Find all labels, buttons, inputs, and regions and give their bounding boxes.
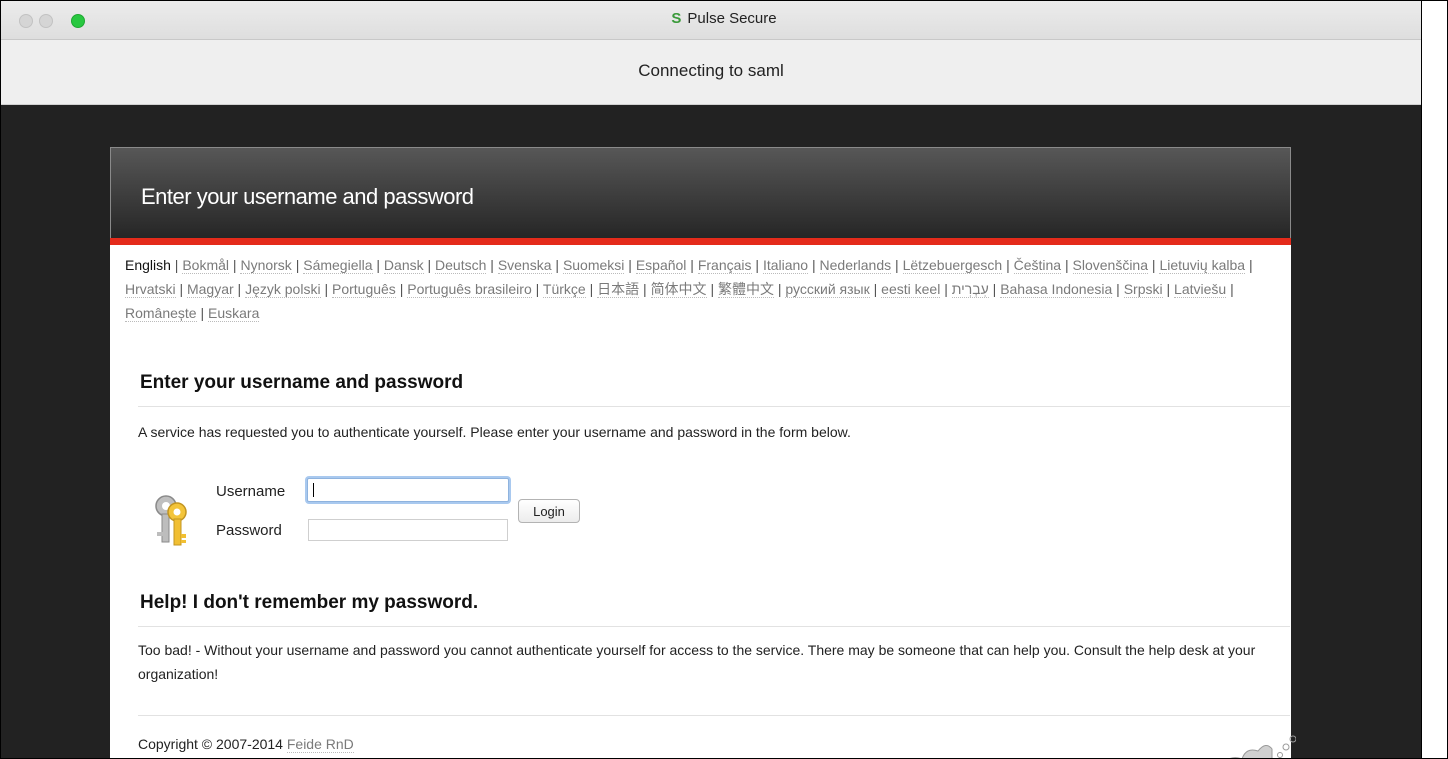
language-separator: | [1162,281,1175,297]
language-link[interactable]: Suomeksi [562,257,625,274]
language-link[interactable]: Hrvatski [125,281,176,298]
keys-icon [155,495,187,546]
language-separator: | [175,281,187,297]
language-link[interactable]: Nynorsk [240,257,292,274]
language-link[interactable]: Français [697,257,752,274]
language-separator: | [233,281,246,297]
language-separator: | [808,257,820,273]
language-link[interactable]: eesti keel [881,281,941,298]
language-separator: | [551,257,563,273]
login-heading: Enter your username and password [140,372,464,393]
language-separator: | [320,281,332,297]
mascot-icon [1230,735,1296,758]
language-separator: | [751,257,763,273]
language-separator: | [1226,281,1234,297]
language-separator: | [395,281,408,297]
language-link[interactable]: 简体中文 [650,281,707,298]
language-separator: | [372,257,384,273]
language-link[interactable]: 日本語 [597,281,640,298]
language-separator: | [988,281,1001,297]
window-edge [1421,1,1447,758]
language-separator: | [624,257,636,273]
page-title: Enter your username and password [141,184,474,209]
language-separator: | [1148,257,1160,273]
language-link[interactable]: Sámegiella [303,257,373,274]
help-heading: Help! I don't remember my password. [140,592,479,613]
feide-link[interactable]: Feide RnD [286,736,354,753]
language-link[interactable]: Čeština [1013,257,1062,274]
login-button[interactable]: Login [518,499,580,523]
language-link[interactable]: Bokmål [182,257,230,274]
language-link[interactable]: Język polski [245,281,321,298]
help-text: Too bad! - Without your username and pas… [138,642,1256,682]
language-link[interactable]: Lietuvių kalba [1159,257,1246,274]
language-separator: | [706,281,718,297]
language-link[interactable]: Românește [125,305,197,322]
language-separator: | [1112,281,1124,297]
header-accent-bar [110,238,1291,245]
language-link[interactable]: Svenska [497,257,552,274]
language-current: English [125,257,171,273]
language-separator: | [891,257,903,273]
language-link[interactable]: Lëtzebuergesch [902,257,1003,274]
login-description: A service has requested you to authentic… [138,424,851,440]
language-link[interactable]: Nederlands [819,257,892,274]
language-separator: | [1245,257,1253,273]
app-title-text: Pulse Secure [687,10,777,27]
language-link[interactable]: Português brasileiro [407,281,532,298]
language-separator: | [531,281,543,297]
title-bar: S Pulse Secure [1,1,1447,40]
language-link[interactable]: עִבְרִית [951,281,989,298]
language-separator: | [486,257,498,273]
username-label: Username [216,483,286,500]
language-link[interactable]: русский язык [785,281,870,298]
login-page: Enter your username and password English… [110,147,1296,758]
app-window: S Pulse Secure Connecting to saml Enter y… [0,0,1448,759]
language-separator: | [940,281,952,297]
text-cursor [313,483,314,497]
language-separator: | [196,305,209,321]
language-link[interactable]: 繁體中文 [717,281,774,298]
language-separator: | [1002,257,1014,273]
language-separator: | [773,281,786,297]
language-separator: | [869,281,882,297]
copyright-text: Copyright © 2007-2014 [138,736,283,752]
copyright: Copyright © 2007-2014 Feide RnD [138,736,354,753]
pulse-secure-logo-icon: S [671,10,682,27]
connection-status: Connecting to saml [638,61,784,80]
language-link[interactable]: Português [331,281,396,298]
language-link[interactable]: Deutsch [435,257,487,274]
connection-bar: Connecting to saml [1,40,1421,105]
language-bar: English | Bokmål | Nynorsk | Sámegiella … [125,253,1285,325]
language-separator: | [1061,257,1073,273]
language-link[interactable]: Bahasa Indonesia [1000,281,1113,298]
divider [138,626,1290,627]
language-link[interactable]: Magyar [186,281,234,298]
language-separator: | [585,281,598,297]
username-input[interactable] [307,478,509,502]
language-link[interactable]: Slovenščina [1072,257,1149,274]
window-title: S Pulse Secure [1,10,1447,27]
language-link[interactable]: Dansk [383,257,424,274]
language-separator: | [639,281,651,297]
divider [138,715,1290,716]
language-separator: | [229,257,241,273]
language-separator: | [423,257,436,273]
language-separator: | [170,257,183,273]
language-link[interactable]: Español [635,257,687,274]
language-separator: | [686,257,698,273]
language-link[interactable]: Srpski [1123,281,1163,298]
language-link[interactable]: Latviešu [1174,281,1227,298]
language-link[interactable]: Italiano [762,257,809,274]
language-separator: | [291,257,304,273]
password-input[interactable] [308,519,508,541]
divider [138,406,1290,407]
language-link[interactable]: Türkçe [542,281,586,298]
password-label: Password [216,522,282,539]
language-link[interactable]: Euskara [208,305,260,322]
page-header: Enter your username and password [110,147,1291,239]
